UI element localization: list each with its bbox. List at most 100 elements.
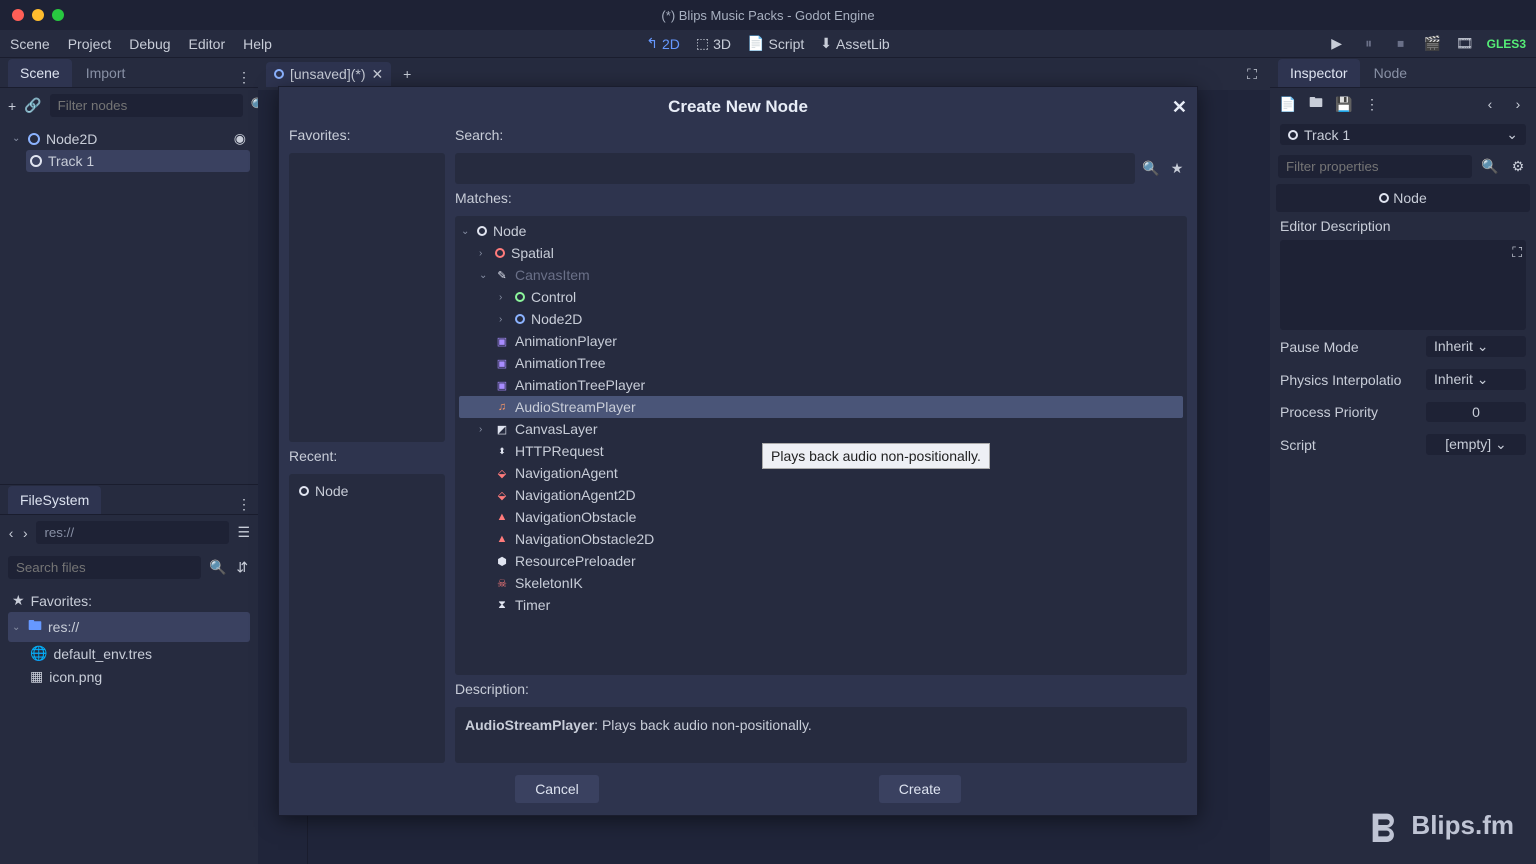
add-node-button[interactable]: + <box>8 96 16 116</box>
pause-mode-label: Pause Mode <box>1280 339 1359 355</box>
history-next-icon[interactable]: › <box>1508 94 1528 114</box>
fs-prev-button[interactable]: ‹ <box>8 523 14 543</box>
filter-search-icon[interactable]: 🔍 <box>1480 157 1500 177</box>
visibility-icon[interactable]: ◉ <box>234 130 246 147</box>
match-node[interactable]: ⌄Node <box>459 220 1183 242</box>
filter-settings-icon[interactable]: ⚙ <box>1508 157 1528 177</box>
match-skeletonik[interactable]: ☠SkeletonIK <box>459 572 1183 594</box>
inspector-save-icon[interactable]: 💾 <box>1334 94 1354 114</box>
favorites-label: Favorites: <box>289 127 445 143</box>
menu-scene[interactable]: Scene <box>10 36 50 52</box>
fs-favorites[interactable]: ★ Favorites: <box>8 589 250 612</box>
fs-path-input[interactable] <box>36 521 229 544</box>
search-input[interactable] <box>455 153 1135 184</box>
match-canvaslayer[interactable]: ›◩CanvasLayer <box>459 418 1183 440</box>
create-button[interactable]: Create <box>879 775 961 803</box>
match-navigationobstacle[interactable]: ▲NavigationObstacle <box>459 506 1183 528</box>
watermark-text: Blips.fm <box>1411 810 1514 841</box>
filter-properties-input[interactable] <box>1278 155 1472 178</box>
scene-child-node[interactable]: Track 1 <box>26 150 250 172</box>
recent-item-node[interactable]: Node <box>295 480 439 502</box>
match-canvasitem[interactable]: ⌄✎CanvasItem <box>459 264 1183 286</box>
fs-root[interactable]: ⌄ 🖿 res:// <box>8 612 250 642</box>
fs-split-icon[interactable]: ☰ <box>237 523 250 543</box>
fs-sort-icon[interactable]: ⇵ <box>234 558 250 578</box>
match-navigationobstacle2d[interactable]: ▲NavigationObstacle2D <box>459 528 1183 550</box>
animation-icon: ▣ <box>495 378 509 392</box>
physics-interp-label: Physics Interpolatio <box>1280 372 1401 388</box>
scene-root-node[interactable]: ⌄ Node2D ◉ <box>8 127 250 150</box>
process-priority-value[interactable]: 0 <box>1426 402 1526 422</box>
history-prev-icon[interactable]: ‹ <box>1480 94 1500 114</box>
fs-search-icon[interactable]: 🔍 <box>209 558 226 578</box>
recent-list: Node <box>289 474 445 763</box>
environment-icon: 🌐 <box>30 645 47 662</box>
filesystem-tab[interactable]: FileSystem <box>8 486 101 514</box>
pause-button[interactable]: ⏸ <box>1359 34 1379 54</box>
inspector-object-selector[interactable]: Track 1 ⌄ <box>1280 124 1526 145</box>
menu-debug[interactable]: Debug <box>129 36 170 52</box>
fs-file-env[interactable]: 🌐 default_env.tres <box>26 642 250 665</box>
physics-interp-value[interactable]: Inherit ⌄ <box>1426 369 1526 390</box>
play-scene-button[interactable]: 🎬 <box>1423 34 1443 54</box>
menu-help[interactable]: Help <box>243 36 272 52</box>
node-icon <box>477 226 487 236</box>
match-control[interactable]: ›Control <box>459 286 1183 308</box>
viewport-2d-tab[interactable]: ↰ 2D <box>646 35 680 52</box>
obstacle-icon: ▲ <box>495 510 509 524</box>
filter-nodes-input[interactable] <box>50 94 243 117</box>
match-spatial[interactable]: ›Spatial <box>459 242 1183 264</box>
match-animationtree[interactable]: ▣AnimationTree <box>459 352 1183 374</box>
viewport-3d-tab[interactable]: ⬚ 3D <box>696 35 731 52</box>
play-button[interactable]: ▶ <box>1327 34 1347 54</box>
fs-search-input[interactable] <box>8 556 201 579</box>
fs-dock-menu-icon[interactable]: ⋮ <box>238 494 258 514</box>
renderer-label[interactable]: GLES3 <box>1487 37 1526 51</box>
match-node2d[interactable]: ›Node2D <box>459 308 1183 330</box>
inspector-tab[interactable]: Inspector <box>1278 59 1360 87</box>
match-animationtreeplayer[interactable]: ▣AnimationTreePlayer <box>459 374 1183 396</box>
match-navigationagent2d[interactable]: ⬙NavigationAgent2D <box>459 484 1183 506</box>
editor-description-prop[interactable]: Editor Description <box>1270 212 1536 240</box>
import-tab[interactable]: Import <box>74 59 138 87</box>
inspector-type-header[interactable]: Node <box>1276 184 1530 212</box>
node-icon <box>30 155 42 167</box>
inspector-menu-icon[interactable]: ⋮ <box>1362 94 1382 114</box>
play-custom-button[interactable]: 🎞 <box>1455 34 1475 54</box>
cancel-button[interactable]: Cancel <box>515 775 599 803</box>
viewport-assetlib-tab[interactable]: ⬇ AssetLib <box>820 35 889 52</box>
distraction-free-icon[interactable]: ⛶ <box>1242 64 1262 84</box>
node-tab[interactable]: Node <box>1362 59 1419 87</box>
search-icon[interactable]: 🔍 <box>1141 159 1161 179</box>
close-dialog-button[interactable]: ✕ <box>1172 97 1187 118</box>
dock-menu-icon[interactable]: ⋮ <box>238 67 258 87</box>
editor-scene-tab[interactable]: [unsaved](*) ✕ <box>266 62 391 87</box>
fs-next-button[interactable]: › <box>22 523 28 543</box>
favorite-toggle-icon[interactable]: ★ <box>1167 159 1187 179</box>
menu-editor[interactable]: Editor <box>189 36 226 52</box>
maximize-window-button[interactable] <box>52 9 64 21</box>
stop-button[interactable]: ⏹ <box>1391 34 1411 54</box>
match-audiostreamplayer[interactable]: ♫AudioStreamPlayer <box>459 396 1183 418</box>
editor-desc-textarea[interactable]: ⛶ <box>1280 240 1526 330</box>
chevron-down-icon: ⌄ <box>1506 126 1518 143</box>
inspector-folder-icon[interactable]: 🖿 <box>1306 94 1326 114</box>
minimize-window-button[interactable] <box>32 9 44 21</box>
match-timer[interactable]: ⧗Timer <box>459 594 1183 616</box>
close-tab-icon[interactable]: ✕ <box>371 66 383 83</box>
obstacle-icon: ▲ <box>495 532 509 546</box>
inspector-file-icon[interactable]: 📄 <box>1278 94 1298 114</box>
link-scene-button[interactable]: 🔗 <box>24 96 41 116</box>
match-resourcepreloader[interactable]: ⬢ResourcePreloader <box>459 550 1183 572</box>
close-window-button[interactable] <box>12 9 24 21</box>
menu-project[interactable]: Project <box>68 36 112 52</box>
fs-file-icon[interactable]: ▦ icon.png <box>26 665 250 688</box>
viewport-script-tab[interactable]: 📄 Script <box>747 35 804 52</box>
fs-favorites-label: Favorites: <box>31 593 92 609</box>
match-animationplayer[interactable]: ▣AnimationPlayer <box>459 330 1183 352</box>
pause-mode-value[interactable]: Inherit ⌄ <box>1426 336 1526 357</box>
add-tab-button[interactable]: + <box>397 64 417 84</box>
script-value[interactable]: [empty] ⌄ <box>1426 434 1526 455</box>
expand-icon[interactable]: ⛶ <box>1512 244 1522 261</box>
scene-tab[interactable]: Scene <box>8 59 72 87</box>
